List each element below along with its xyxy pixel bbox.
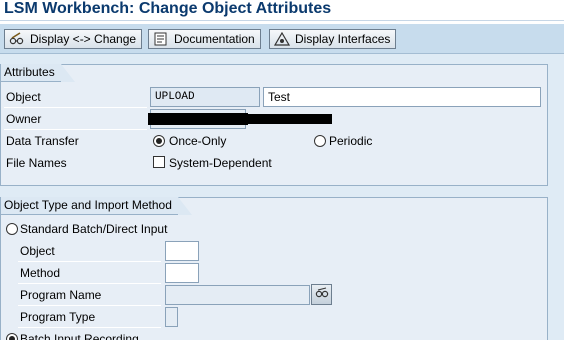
standard-batch-radio[interactable] xyxy=(6,223,18,235)
method-field[interactable] xyxy=(165,263,199,283)
periodic-radio[interactable] xyxy=(314,135,326,147)
method-label: Method xyxy=(20,266,61,280)
page-title: LSM Workbench: Change Object Attributes xyxy=(4,0,332,17)
application-toolbar: Display <-> Change Documentation Display… xyxy=(0,24,564,54)
title-divider xyxy=(0,20,564,21)
once-only-radio[interactable] xyxy=(153,135,165,147)
import-method-group: Object Type and Import Method Standard B… xyxy=(0,197,548,340)
program-name-field[interactable] xyxy=(165,285,310,305)
object-description-field[interactable]: Test xyxy=(263,87,541,107)
file-names-label: File Names xyxy=(6,156,67,170)
document-icon xyxy=(153,32,169,46)
system-dependent-label: System-Dependent xyxy=(169,156,272,170)
display-interfaces-button[interactable]: Display Interfaces xyxy=(269,29,397,49)
owner-redaction xyxy=(148,113,248,125)
periodic-label: Periodic xyxy=(329,134,373,148)
attributes-group: Attributes Object UPLOAD Test Owner Data… xyxy=(0,64,548,186)
system-dependent-checkbox[interactable] xyxy=(153,156,165,168)
import-object-label: Object xyxy=(20,244,55,258)
documentation-label: Documentation xyxy=(174,32,255,46)
import-method-group-title: Object Type and Import Method xyxy=(1,197,178,215)
program-name-label: Program Name xyxy=(20,288,102,302)
program-name-value-help-button[interactable] xyxy=(311,284,332,305)
interface-icon xyxy=(274,32,290,46)
value-help-icon xyxy=(315,287,329,302)
batch-input-recording-label: Batch Input Recording xyxy=(20,332,139,340)
display-interfaces-label: Display Interfaces xyxy=(295,32,391,46)
program-type-field[interactable] xyxy=(165,307,178,327)
once-only-label: Once-Only xyxy=(169,134,227,148)
pencil-glasses-icon xyxy=(9,32,25,46)
owner-name-redaction xyxy=(248,114,332,124)
batch-input-recording-radio[interactable] xyxy=(6,333,18,340)
attributes-group-title: Attributes xyxy=(1,64,61,82)
program-type-label: Program Type xyxy=(20,310,96,324)
documentation-button[interactable]: Documentation xyxy=(148,29,261,49)
owner-label: Owner xyxy=(6,112,42,126)
object-label: Object xyxy=(6,90,41,104)
display-change-label: Display <-> Change xyxy=(30,32,137,46)
attributes-group-header: Attributes xyxy=(1,64,75,82)
data-transfer-label: Data Transfer xyxy=(6,134,79,148)
standard-batch-label: Standard Batch/Direct Input xyxy=(20,222,168,236)
title-bar: LSM Workbench: Change Object Attributes xyxy=(0,0,564,24)
import-object-field[interactable] xyxy=(165,241,199,261)
import-method-group-header: Object Type and Import Method xyxy=(1,197,192,215)
display-change-button[interactable]: Display <-> Change xyxy=(4,29,143,49)
object-field[interactable]: UPLOAD xyxy=(150,87,260,107)
